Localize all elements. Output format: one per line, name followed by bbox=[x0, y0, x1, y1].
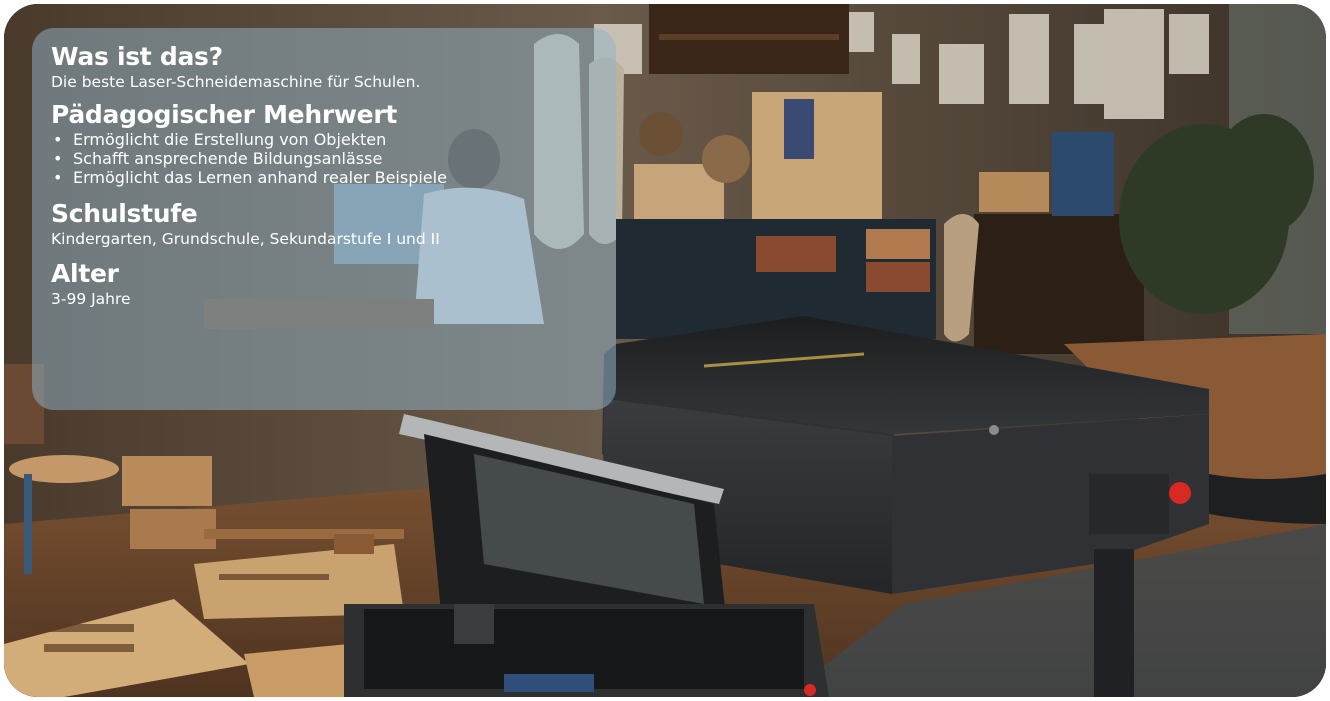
list-item: • Ermöglicht das Lernen anhand realer Bei… bbox=[53, 168, 447, 187]
section-text-age: 3-99 Jahre bbox=[51, 290, 131, 308]
section-text-what: Die beste Laser-Schneidemaschine für Sch… bbox=[51, 73, 421, 91]
bullet-icon: • bbox=[53, 149, 63, 168]
section-heading-age: Alter bbox=[51, 259, 119, 288]
bullet-icon: • bbox=[53, 168, 63, 187]
value-bullet-list: • Ermöglicht die Erstellung von Objekten … bbox=[51, 130, 616, 187]
section-heading-what: Was ist das? bbox=[51, 42, 223, 71]
list-item: • Schafft ansprechende Bildungsanlässe bbox=[53, 149, 383, 168]
section-text-level: Kindergarten, Grundschule, Sekundarstufe… bbox=[51, 230, 440, 248]
emergency-stop-icon bbox=[1169, 482, 1191, 504]
section-heading-level: Schulstufe bbox=[51, 199, 198, 228]
list-item: • Ermöglicht die Erstellung von Objekten bbox=[53, 130, 387, 149]
bullet-icon: • bbox=[53, 130, 63, 149]
info-card: Was ist das? Die beste Laser-Schneidemas… bbox=[32, 28, 616, 410]
hero-image-frame: Was ist das? Die beste Laser-Schneidemas… bbox=[4, 4, 1326, 697]
section-heading-value: Pädagogischer Mehrwert bbox=[51, 100, 398, 129]
